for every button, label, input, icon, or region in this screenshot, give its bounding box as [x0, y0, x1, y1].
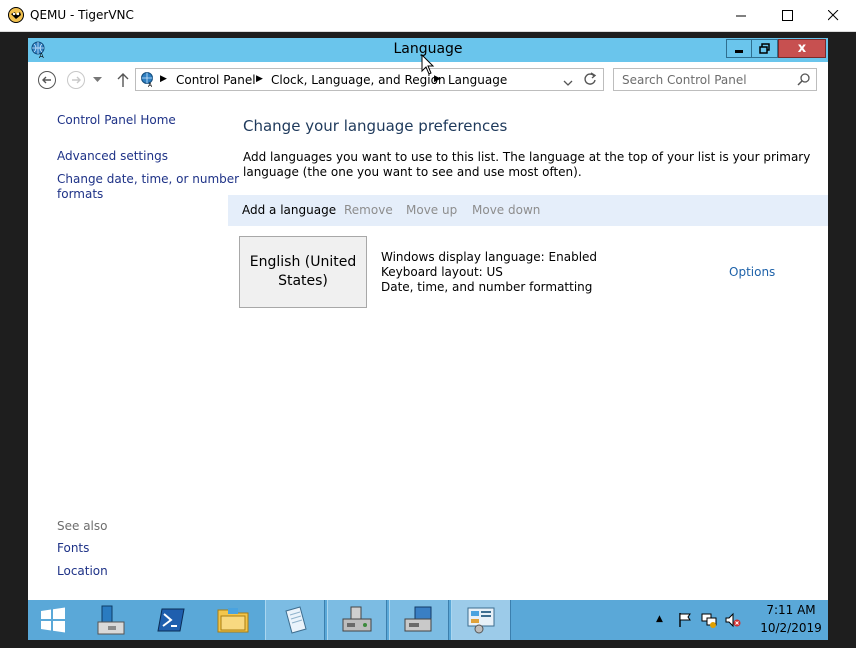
language-toolbar: Add a language Remove Move up Move down — [228, 195, 828, 226]
advanced-settings-link[interactable]: Advanced settings — [57, 149, 168, 163]
language-tile-english-us[interactable]: English (United States) — [239, 236, 367, 308]
powershell-icon — [156, 608, 185, 632]
minimize-icon — [735, 15, 746, 17]
location-link[interactable]: Location — [57, 564, 108, 578]
search-icon[interactable] — [797, 73, 810, 89]
search-input[interactable]: Search Control Panel — [622, 73, 747, 87]
move-down-button[interactable]: Move down — [472, 203, 540, 217]
server-manager-icon — [97, 605, 124, 635]
chevron-down-icon — [92, 77, 102, 82]
start-button[interactable] — [28, 600, 78, 640]
up-button[interactable] — [113, 70, 133, 90]
breadcrumb-clock-language-region[interactable]: Clock, Language, and Region — [271, 73, 446, 87]
change-date-line-2: formats — [57, 187, 104, 201]
keyboard-layout-status: Keyboard layout: US — [381, 265, 503, 279]
svg-text:A: A — [148, 82, 153, 87]
powershell-button[interactable] — [143, 600, 198, 640]
language-name-line-1: English (United — [249, 254, 357, 270]
page-description: Add languages you want to use to this li… — [243, 150, 811, 179]
windows-logo-icon — [41, 607, 65, 633]
notepad-button[interactable] — [265, 600, 325, 640]
control-panel-icon — [467, 607, 495, 634]
computer-tool-icon — [342, 606, 372, 632]
up-arrow-icon — [117, 73, 129, 87]
add-language-button[interactable]: Add a language — [242, 203, 336, 217]
maximize-icon — [781, 10, 793, 21]
clock-date[interactable]: 10/2/2019 — [760, 621, 822, 635]
show-hidden-icons-button[interactable]: ▲ — [656, 614, 663, 624]
server-manager-button[interactable] — [83, 600, 138, 640]
computer-management-button[interactable] — [389, 600, 449, 640]
refresh-icon — [584, 72, 597, 85]
close-icon: x — [797, 41, 807, 56]
address-dropdown-button[interactable] — [563, 76, 573, 90]
language-window: A Language x A ▶ Control Panel ▶ Clock, … — [28, 38, 828, 600]
page-title: Change your language preferences — [243, 117, 508, 135]
vnc-maximize-button[interactable] — [764, 0, 810, 31]
volume-muted-icon[interactable] — [725, 612, 741, 628]
tigervnc-icon — [8, 7, 24, 23]
control-panel-icon: A — [140, 71, 156, 90]
control-panel-taskbar-button[interactable] — [451, 600, 511, 640]
language-name-line-2: States) — [278, 273, 328, 289]
window-close-button[interactable]: x — [778, 39, 826, 58]
breadcrumb-control-panel[interactable]: Control Panel — [176, 73, 256, 87]
clock-time[interactable]: 7:11 AM — [760, 603, 822, 617]
see-also-heading: See also — [57, 519, 108, 533]
vnc-window-title: QEMU - TigerVNC — [30, 8, 134, 22]
vnc-titlebar: QEMU - TigerVNC — [0, 0, 856, 32]
options-link[interactable]: Options — [729, 265, 775, 279]
forward-arrow-icon — [67, 71, 85, 89]
change-date-line-1: Change date, time, or number — [57, 172, 240, 186]
display-language-status: Windows display language: Enabled — [381, 250, 598, 264]
restore-icon — [759, 43, 770, 54]
breadcrumb-language[interactable]: Language — [448, 73, 507, 87]
fonts-link[interactable]: Fonts — [57, 541, 89, 555]
network-icon[interactable] — [701, 612, 717, 628]
computer-management-icon — [404, 606, 432, 632]
search-box[interactable]: Search Control Panel — [613, 68, 817, 91]
action-center-flag-icon[interactable] — [677, 612, 693, 628]
refresh-button[interactable] — [583, 72, 597, 89]
back-arrow-icon — [38, 71, 56, 89]
forward-button[interactable] — [66, 70, 86, 90]
file-explorer-button[interactable] — [203, 600, 263, 640]
change-date-time-formats-link[interactable]: Change date, time, or number formats — [57, 172, 239, 202]
move-up-button[interactable]: Move up — [406, 203, 457, 217]
formatting-status: Date, time, and number formatting — [381, 280, 593, 294]
close-icon — [827, 10, 838, 21]
vnc-close-button[interactable] — [810, 0, 856, 31]
address-bar[interactable]: A ▶ Control Panel ▶ Clock, Language, and… — [135, 68, 604, 91]
control-panel-home-link[interactable]: Control Panel Home — [57, 113, 176, 127]
folder-icon — [217, 608, 249, 633]
notepad-icon — [285, 606, 307, 634]
system-tool-button[interactable] — [327, 600, 387, 640]
chevron-down-icon — [563, 80, 573, 86]
window-minimize-button[interactable] — [726, 39, 752, 58]
breadcrumb-separator-icon[interactable]: ▶ — [256, 74, 263, 84]
breadcrumb-separator-icon: ▶ — [160, 74, 167, 84]
back-button[interactable] — [37, 70, 57, 90]
recent-locations-button[interactable] — [90, 70, 104, 90]
minimize-icon — [735, 49, 743, 53]
taskbar: ▲ 7:11 AM 10/2/2019 — [28, 600, 828, 640]
vnc-minimize-button[interactable] — [718, 0, 764, 31]
mouse-cursor-icon — [421, 53, 435, 79]
window-restore-button[interactable] — [752, 39, 778, 58]
breadcrumb-separator-icon[interactable]: ▶ — [434, 74, 441, 84]
remove-button[interactable]: Remove — [344, 203, 393, 217]
